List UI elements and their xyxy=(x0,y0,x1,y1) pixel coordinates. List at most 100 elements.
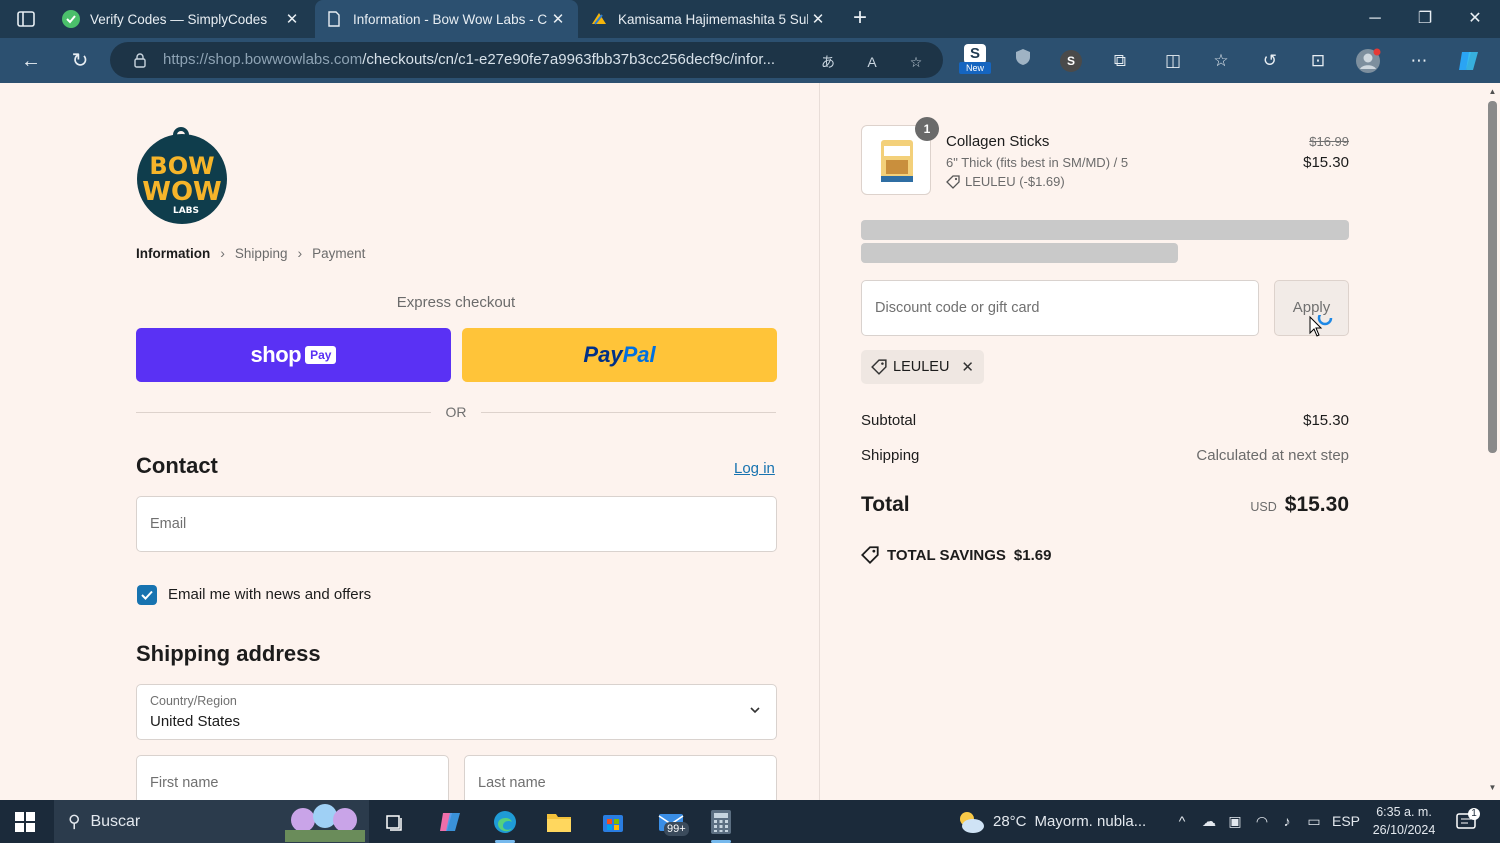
applied-code: LEULEU xyxy=(893,359,950,375)
clock-time: 6:35 a. m. xyxy=(1376,805,1432,819)
history-icon[interactable]: ↺ xyxy=(1257,48,1283,74)
email-field[interactable]: Email xyxy=(136,496,777,552)
restore-icon[interactable]: ❐ xyxy=(1400,0,1450,38)
clock-date: 26/10/2024 xyxy=(1372,823,1436,837)
favorites-icon[interactable]: ☆ xyxy=(1208,48,1234,74)
subtotal-label: Subtotal xyxy=(861,412,917,429)
url-host: https://shop.bowwowlabs.com xyxy=(163,51,363,68)
browser-tab-bar: Verify Codes — SimplyCodes ✕ Information… xyxy=(0,0,1500,38)
last-name-field[interactable]: Last name xyxy=(464,755,777,800)
profile-avatar-icon[interactable] xyxy=(1355,48,1381,74)
tab-kamisama[interactable]: Kamisama Hajimemashita 5 Sub E ✕ xyxy=(580,0,838,38)
split-screen-icon[interactable]: ◫ xyxy=(1160,48,1186,74)
close-window-icon[interactable]: ✕ xyxy=(1450,0,1500,38)
scrollbar-thumb[interactable] xyxy=(1488,101,1497,453)
show-hidden-icons-chevron-up-icon[interactable]: ^ xyxy=(1172,800,1192,843)
task-view-icon[interactable] xyxy=(377,804,413,840)
file-explorer-icon[interactable] xyxy=(541,804,577,840)
bowwow-logo[interactable]: BOW WOW LABS xyxy=(136,125,229,225)
extensions-puzzle-icon[interactable]: ⧉ xyxy=(1107,48,1133,74)
page-icon xyxy=(325,10,343,28)
minimize-icon[interactable]: ─ xyxy=(1350,0,1400,38)
svg-text:BOW: BOW xyxy=(149,152,214,180)
copilot-taskbar-icon[interactable] xyxy=(433,804,469,840)
loading-skeleton xyxy=(861,243,1178,263)
battery-icon[interactable]: ▭ xyxy=(1303,800,1325,843)
edge-taskbar-icon[interactable] xyxy=(487,804,523,843)
refresh-icon[interactable]: ↻ xyxy=(66,47,94,75)
cloudy-weather-icon xyxy=(960,811,984,833)
system-clock[interactable]: 6:35 a. m. 26/10/2024 xyxy=(1365,803,1443,839)
weather-desc: Mayorm. nubla... xyxy=(1034,813,1147,830)
breadcrumb-shipping: Shipping xyxy=(234,245,288,261)
total-amount: USD $15.30 xyxy=(1250,493,1349,517)
tag-icon xyxy=(871,359,887,375)
country-label: Country/Region xyxy=(150,694,237,708)
microsoft-store-icon[interactable] xyxy=(595,804,631,840)
tag-icon xyxy=(861,546,879,564)
log-in-link[interactable]: Log in xyxy=(734,460,775,477)
taskbar-search[interactable]: ⚲ Buscar xyxy=(54,800,369,843)
weather-widget[interactable]: 28°C Mayorm. nubla... xyxy=(955,800,1146,843)
country-select[interactable]: Country/Region United States xyxy=(136,684,777,740)
extension-s-new-icon[interactable]: S New xyxy=(959,44,991,78)
shop-pay-button[interactable]: shop Pay xyxy=(136,328,451,382)
order-summary: 1 Collagen Sticks 6" Thick (fits best in… xyxy=(820,83,1485,800)
mail-icon[interactable]: 99+ xyxy=(650,804,694,840)
checkmark-icon xyxy=(141,590,153,600)
original-price: $16.99 xyxy=(1309,134,1349,149)
address-bar-row: ← ↻ https://shop.bowwowlabs.com/checkout… xyxy=(0,38,1500,83)
page-scrollbar[interactable]: ▲ ▼ xyxy=(1485,83,1500,800)
back-icon[interactable]: ← xyxy=(17,47,45,75)
breadcrumb-payment: Payment xyxy=(312,245,366,261)
calculator-icon[interactable] xyxy=(703,804,739,843)
copilot-icon[interactable] xyxy=(1456,48,1482,74)
discount-code-input[interactable]: Discount code or gift card xyxy=(861,280,1259,336)
onedrive-cloud-icon[interactable]: ☁ xyxy=(1198,800,1220,843)
favorite-star-icon[interactable]: ☆ xyxy=(906,52,926,72)
volume-icon[interactable]: ♪ xyxy=(1276,800,1298,843)
total-label: Total xyxy=(861,493,910,516)
contact-heading: Contact xyxy=(136,453,218,478)
cursor-busy-icon xyxy=(1309,315,1333,337)
windows-taskbar: ⚲ Buscar 99+ 28°C Mayorm. nubla... ^ ☁ ▣… xyxy=(0,800,1500,843)
more-menu-icon[interactable]: ⋯ xyxy=(1406,48,1432,74)
breadcrumb: Information › Shipping › Payment xyxy=(136,245,365,261)
device-icon[interactable]: ▣ xyxy=(1225,800,1245,843)
read-aloud-icon[interactable]: A xyxy=(862,52,882,72)
url-field[interactable]: https://shop.bowwowlabs.com/checkouts/cn… xyxy=(110,42,943,78)
search-icon: ⚲ xyxy=(68,811,81,831)
url-path: /checkouts/cn/c1-e27e90fe7a9963fbb37b3cc… xyxy=(362,51,776,68)
close-tab-icon[interactable]: ✕ xyxy=(808,10,828,28)
tab-simplycodes[interactable]: Verify Codes — SimplyCodes ✕ xyxy=(52,0,312,38)
star-favicon-icon xyxy=(590,10,608,28)
close-tab-icon[interactable]: ✕ xyxy=(548,10,568,28)
notifications-icon[interactable]: 1 xyxy=(1452,800,1482,843)
shipping-label: Shipping xyxy=(861,447,920,464)
tab-title: Information - Bow Wow Labs - Ch xyxy=(353,11,548,27)
remove-discount-icon[interactable]: ✕ xyxy=(961,358,974,376)
country-value: United States xyxy=(150,713,241,730)
shield-extension-icon[interactable] xyxy=(1010,48,1036,74)
total-value: $15.30 xyxy=(1284,493,1349,516)
applied-discount-chip: LEULEU ✕ xyxy=(861,350,984,384)
windows-start-icon[interactable] xyxy=(14,811,36,833)
tab-bowwowlabs[interactable]: Information - Bow Wow Labs - Ch ✕ xyxy=(315,0,578,38)
tab-actions-icon[interactable] xyxy=(14,9,38,29)
newsletter-checkbox[interactable] xyxy=(137,585,157,605)
lock-icon[interactable] xyxy=(130,52,150,72)
profile-s-extension-icon[interactable]: S xyxy=(1058,48,1084,74)
quantity-badge: 1 xyxy=(915,117,939,141)
chevron-right-icon: › xyxy=(220,245,225,261)
screenshot-icon[interactable]: ⊡ xyxy=(1305,48,1331,74)
product-discount: LEULEU (-$1.69) xyxy=(946,174,1065,189)
product-name: Collagen Sticks xyxy=(946,133,1050,150)
new-tab-icon[interactable]: + xyxy=(848,6,872,30)
wifi-icon[interactable]: ◠ xyxy=(1251,800,1273,843)
first-name-field[interactable]: First name xyxy=(136,755,449,800)
translate-icon[interactable]: あ xyxy=(818,52,838,72)
close-tab-icon[interactable]: ✕ xyxy=(282,10,302,28)
paypal-button[interactable]: Pay Pal xyxy=(462,328,777,382)
language-indicator[interactable]: ESP xyxy=(1331,800,1361,843)
tab-title: Kamisama Hajimemashita 5 Sub E xyxy=(618,11,808,27)
